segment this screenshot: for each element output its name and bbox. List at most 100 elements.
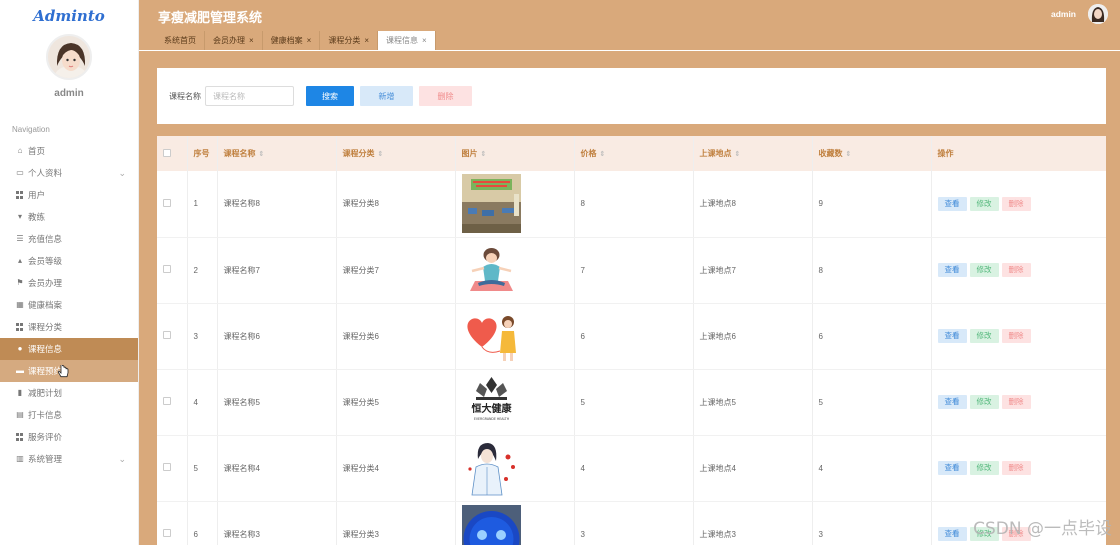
sidebar-item-course-booking[interactable]: ▬ 课程预约 bbox=[0, 360, 138, 382]
tab-bar: 系统首页 会员办理 × 健康档案 × 课程分类 × 课程信息 × bbox=[156, 31, 1120, 50]
edit-button[interactable]: 修改 bbox=[969, 395, 999, 409]
sidebar-item-member-level[interactable]: ▴ 会员等级 bbox=[0, 250, 138, 272]
row-delete-button[interactable]: 删除 bbox=[1001, 329, 1031, 343]
table-row: 4 课程名称5 课程分类5 恒大健康 EVERGRANDE HEALTH 5 上… bbox=[157, 369, 1106, 436]
row-delete-button[interactable]: 删除 bbox=[1001, 395, 1031, 409]
user-icon: ● bbox=[17, 344, 23, 353]
col-favorites[interactable]: 收藏数 ⇕ bbox=[812, 136, 932, 171]
view-button[interactable]: 查看 bbox=[937, 527, 967, 541]
sidebar-item-recharge[interactable]: ☰ 充值信息 bbox=[0, 228, 138, 250]
grid-icon bbox=[16, 323, 24, 331]
view-button[interactable]: 查看 bbox=[937, 263, 967, 277]
hand-cursor-icon bbox=[58, 365, 69, 378]
edit-button[interactable]: 修改 bbox=[969, 461, 999, 475]
edit-button[interactable]: 修改 bbox=[969, 329, 999, 343]
sidebar-item-home[interactable]: ⌂ 首页 bbox=[0, 140, 138, 162]
col-price[interactable]: 价格 ⇕ bbox=[574, 136, 694, 171]
sort-icon: ⇕ bbox=[480, 151, 487, 158]
course-image-heart-balloon[interactable] bbox=[461, 306, 521, 366]
bar-icon: ▮ bbox=[17, 388, 23, 397]
sidebar-item-service-review[interactable]: 服务评价 bbox=[0, 426, 138, 448]
search-input[interactable] bbox=[205, 86, 294, 106]
col-category[interactable]: 课程分类 ⇕ bbox=[336, 136, 456, 171]
flag-icon: ⚑ bbox=[16, 278, 24, 287]
close-icon[interactable]: × bbox=[249, 31, 254, 50]
search-label: 课程名称 bbox=[169, 91, 201, 101]
tab-membership[interactable]: 会员办理 × bbox=[205, 31, 263, 50]
row-checkbox[interactable] bbox=[163, 198, 171, 207]
sidebar-item-membership[interactable]: ⚑ 会员办理 bbox=[0, 272, 138, 294]
sidebar-item-profile[interactable]: ▭ 个人资料 ⌄ bbox=[0, 162, 138, 184]
admin-name[interactable]: admin bbox=[1051, 9, 1076, 19]
table-row: 5 课程名称4 课程分类4 4 上课地点4 4 查看 修改 删除 bbox=[157, 435, 1106, 502]
sidebar-item-system[interactable]: ▥ 系统管理 ⌄ bbox=[0, 448, 138, 470]
app-logo[interactable]: Adminto bbox=[0, 0, 138, 34]
row-delete-button[interactable]: 删除 bbox=[1001, 196, 1031, 211]
table-icon: ▦ bbox=[16, 300, 24, 309]
tab-home[interactable]: 系统首页 bbox=[156, 31, 205, 50]
col-name[interactable]: 课程名称 ⇕ bbox=[217, 136, 337, 171]
table-row: 1 课程名称8 课程分类8 8 上课地点8 9 查看 修改 删除 bbox=[157, 171, 1106, 238]
table-row: 3 课程名称6 课程分类6 6 上课地点6 6 查看 修改 删除 bbox=[157, 303, 1106, 370]
list-icon: ☰ bbox=[16, 234, 24, 243]
sort-icon: ⇕ bbox=[599, 151, 606, 158]
view-button[interactable]: 查看 bbox=[937, 395, 967, 409]
logo-text-cn: 恒大健康 bbox=[471, 402, 512, 415]
table-row: 6 课程名称3 课程分类3 3 上课地点3 3 查看 修改 删除 bbox=[157, 501, 1106, 545]
trophy-icon: ▾ bbox=[17, 212, 22, 221]
course-table: 序号 课程名称 ⇕ 课程分类 ⇕ 图片 ⇕ 价格 ⇕ 上课地点 ⇕ 收藏数 ⇕ 操作 1 课… bbox=[157, 136, 1106, 545]
close-icon[interactable]: × bbox=[307, 31, 312, 50]
row-checkbox[interactable] bbox=[163, 265, 171, 273]
row-delete-button[interactable]: 删除 bbox=[1001, 263, 1031, 277]
view-button[interactable]: 查看 bbox=[937, 461, 967, 475]
sidebar-item-users[interactable]: 用户 bbox=[0, 184, 138, 206]
row-checkbox[interactable] bbox=[163, 463, 171, 471]
sidebar-item-diet-plan[interactable]: ▮ 减肥计划 bbox=[0, 382, 138, 404]
tab-health-record[interactable]: 健康档案 × bbox=[262, 31, 321, 50]
home-icon: ⌂ bbox=[17, 146, 23, 155]
col-location[interactable]: 上课地点 ⇕ bbox=[693, 136, 813, 171]
row-checkbox[interactable] bbox=[163, 331, 171, 339]
sort-icon: ⇕ bbox=[258, 151, 265, 158]
col-image[interactable]: 图片 ⇕ bbox=[455, 136, 575, 171]
edit-button[interactable]: 修改 bbox=[969, 263, 999, 277]
sidebar-item-course-info[interactable]: ● 课程信息 bbox=[0, 338, 138, 360]
sidebar-item-coach[interactable]: ▾ 教练 bbox=[0, 206, 138, 228]
course-image-blue-orb[interactable] bbox=[461, 504, 521, 545]
course-image-gym-room[interactable] bbox=[461, 174, 521, 234]
row-delete-button[interactable]: 删除 bbox=[1001, 461, 1031, 475]
tab-course-category[interactable]: 课程分类 × bbox=[320, 31, 379, 50]
close-icon[interactable]: × bbox=[422, 31, 427, 50]
search-button[interactable]: 搜索 bbox=[306, 86, 354, 106]
sidebar: Adminto admin Navigation ⌂ 首页 ▭ 个人资料 ⌄ 用… bbox=[0, 0, 139, 545]
course-image-doctor[interactable] bbox=[461, 438, 521, 498]
course-image-evergrande-logo[interactable]: 恒大健康 EVERGRANDE HEALTH bbox=[461, 372, 521, 432]
edit-button[interactable]: 修改 bbox=[969, 196, 999, 211]
thumb-icon: ▴ bbox=[17, 256, 22, 265]
delete-button[interactable]: 删除 bbox=[419, 86, 472, 106]
table-header: 序号 课程名称 ⇕ 课程分类 ⇕ 图片 ⇕ 价格 ⇕ 上课地点 ⇕ 收藏数 ⇕ 操作 bbox=[157, 136, 1106, 171]
course-image-yoga-girl[interactable] bbox=[461, 240, 521, 300]
card-icon: ▤ bbox=[16, 410, 24, 419]
sidebar-item-health-record[interactable]: ▦ 健康档案 bbox=[0, 294, 138, 316]
select-all-checkbox[interactable] bbox=[157, 136, 188, 171]
search-panel: 课程名称 搜索 新增 删除 bbox=[157, 68, 1106, 124]
view-button[interactable]: 查看 bbox=[937, 329, 967, 343]
sidebar-item-checkin[interactable]: ▤ 打卡信息 bbox=[0, 404, 138, 426]
sort-icon: ⇕ bbox=[734, 151, 741, 158]
profile-icon: ▭ bbox=[16, 168, 24, 177]
col-actions: 操作 bbox=[931, 136, 1106, 171]
chevron-down-icon: ⌄ bbox=[118, 167, 126, 178]
row-checkbox[interactable] bbox=[163, 529, 171, 537]
admin-avatar[interactable] bbox=[1088, 4, 1108, 24]
add-button[interactable]: 新增 bbox=[360, 86, 413, 106]
close-icon[interactable]: × bbox=[364, 31, 369, 50]
tab-course-info[interactable]: 课程信息 × bbox=[378, 31, 436, 50]
chart-icon: ▥ bbox=[16, 454, 24, 463]
sidebar-item-course-category[interactable]: 课程分类 bbox=[0, 316, 138, 338]
row-checkbox[interactable] bbox=[163, 397, 171, 405]
view-button[interactable]: 查看 bbox=[937, 196, 967, 211]
username: admin bbox=[54, 88, 84, 99]
sort-icon: ⇕ bbox=[377, 151, 384, 158]
sort-icon: ⇕ bbox=[845, 151, 852, 158]
